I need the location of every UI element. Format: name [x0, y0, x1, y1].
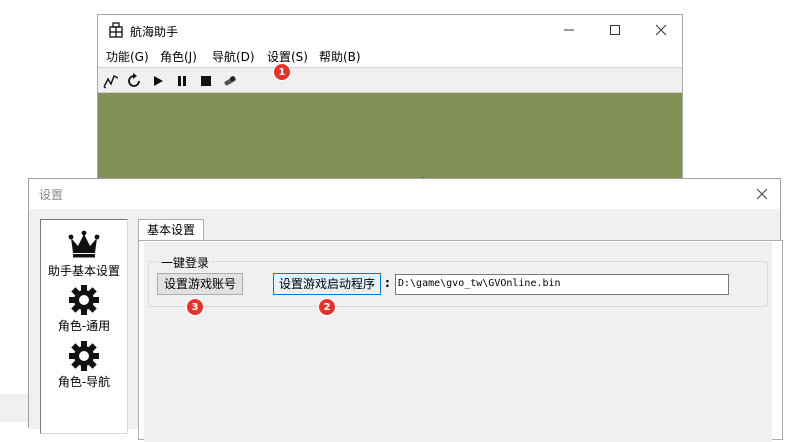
play-button[interactable] — [149, 72, 167, 90]
pause-button[interactable] — [173, 72, 191, 90]
set-launch-program-button[interactable]: 设置游戏启动程序 — [273, 273, 381, 295]
main-titlebar: 航海助手 — [98, 15, 682, 45]
tab-content: 一键登录 设置游戏账号 设置游戏启动程序 : D:\game\gvo_tw\GV… — [144, 242, 772, 442]
refresh-button[interactable] — [125, 72, 143, 90]
close-icon — [756, 188, 768, 200]
main-window: 航海助手 功能(G) 角色(J) 导航(D) 设置(S) 帮助(B) — [97, 14, 683, 195]
tab-page: 一键登录 设置游戏账号 设置游戏启动程序 : D:\game\gvo_tw\GV… — [138, 240, 783, 442]
maximize-button[interactable] — [592, 15, 638, 45]
one-click-login-group: 一键登录 设置游戏账号 设置游戏启动程序 : D:\game\gvo_tw\GV… — [148, 254, 768, 307]
close-icon — [655, 24, 667, 36]
settings-title: 设置 — [39, 188, 64, 202]
close-button[interactable] — [638, 15, 684, 45]
menu-bar: 功能(G) 角色(J) 导航(D) 设置(S) 帮助(B) — [98, 45, 682, 67]
side-item-role-general[interactable]: 角色-通用 — [41, 283, 127, 339]
launch-path-field[interactable]: D:\game\gvo_tw\GVOnline.bin — [395, 274, 729, 295]
minimize-button[interactable] — [546, 15, 592, 45]
side-item-label: 角色-导航 — [57, 375, 111, 389]
gear-icon — [69, 285, 99, 315]
annotation-badge-1: 1 — [273, 63, 291, 81]
menu-role[interactable]: 角色(J) — [160, 48, 197, 65]
annotation-badge-3: 3 — [186, 298, 204, 316]
telescope-icon — [224, 76, 236, 86]
stop-button[interactable] — [197, 72, 215, 90]
telescope-button[interactable] — [221, 72, 239, 90]
toolbar — [98, 67, 682, 93]
annotation-badge-2: 2 — [318, 298, 336, 316]
menu-navigation[interactable]: 导航(D) — [212, 48, 255, 65]
tab-basic-settings[interactable]: 基本设置 — [138, 219, 204, 241]
app-icon — [109, 22, 123, 38]
background-fragment — [0, 394, 28, 422]
side-item-role-navigation[interactable]: 角色-导航 — [41, 339, 127, 395]
route-button[interactable] — [102, 72, 120, 90]
side-item-label: 助手基本设置 — [47, 264, 120, 278]
refresh-icon — [128, 73, 140, 87]
settings-close-button[interactable] — [751, 183, 773, 205]
stop-icon — [201, 76, 211, 86]
settings-titlebar: 设置 — [29, 179, 780, 209]
gear-icon — [69, 341, 99, 371]
maximize-icon — [610, 25, 620, 35]
menu-function[interactable]: 功能(G) — [106, 48, 149, 65]
menu-help[interactable]: 帮助(B) — [319, 48, 361, 65]
menu-settings[interactable]: 设置(S) — [267, 48, 308, 65]
minimize-icon — [564, 29, 574, 31]
settings-body: 助手基本设置 角色-通用 角色-导航 基本设置 一键登录 设置游戏账号 设置游戏… — [29, 209, 783, 442]
side-item-basic[interactable]: 助手基本设置 — [41, 228, 127, 284]
side-item-label: 角色-通用 — [57, 319, 111, 333]
pause-icon — [178, 76, 186, 86]
group-title: 一键登录 — [159, 254, 212, 271]
window-title: 航海助手 — [130, 25, 179, 39]
route-icon — [103, 75, 119, 89]
settings-side-panel: 助手基本设置 角色-通用 角色-导航 — [40, 219, 128, 434]
crown-icon — [68, 230, 100, 258]
settings-window: 设置 助手基本设置 角色-通用 角色-导航 基本设置 一键登录 设置游戏账号 设… — [28, 178, 783, 442]
colon-label: : — [385, 276, 390, 290]
set-game-account-button[interactable]: 设置游戏账号 — [157, 273, 243, 295]
play-icon — [154, 76, 163, 86]
